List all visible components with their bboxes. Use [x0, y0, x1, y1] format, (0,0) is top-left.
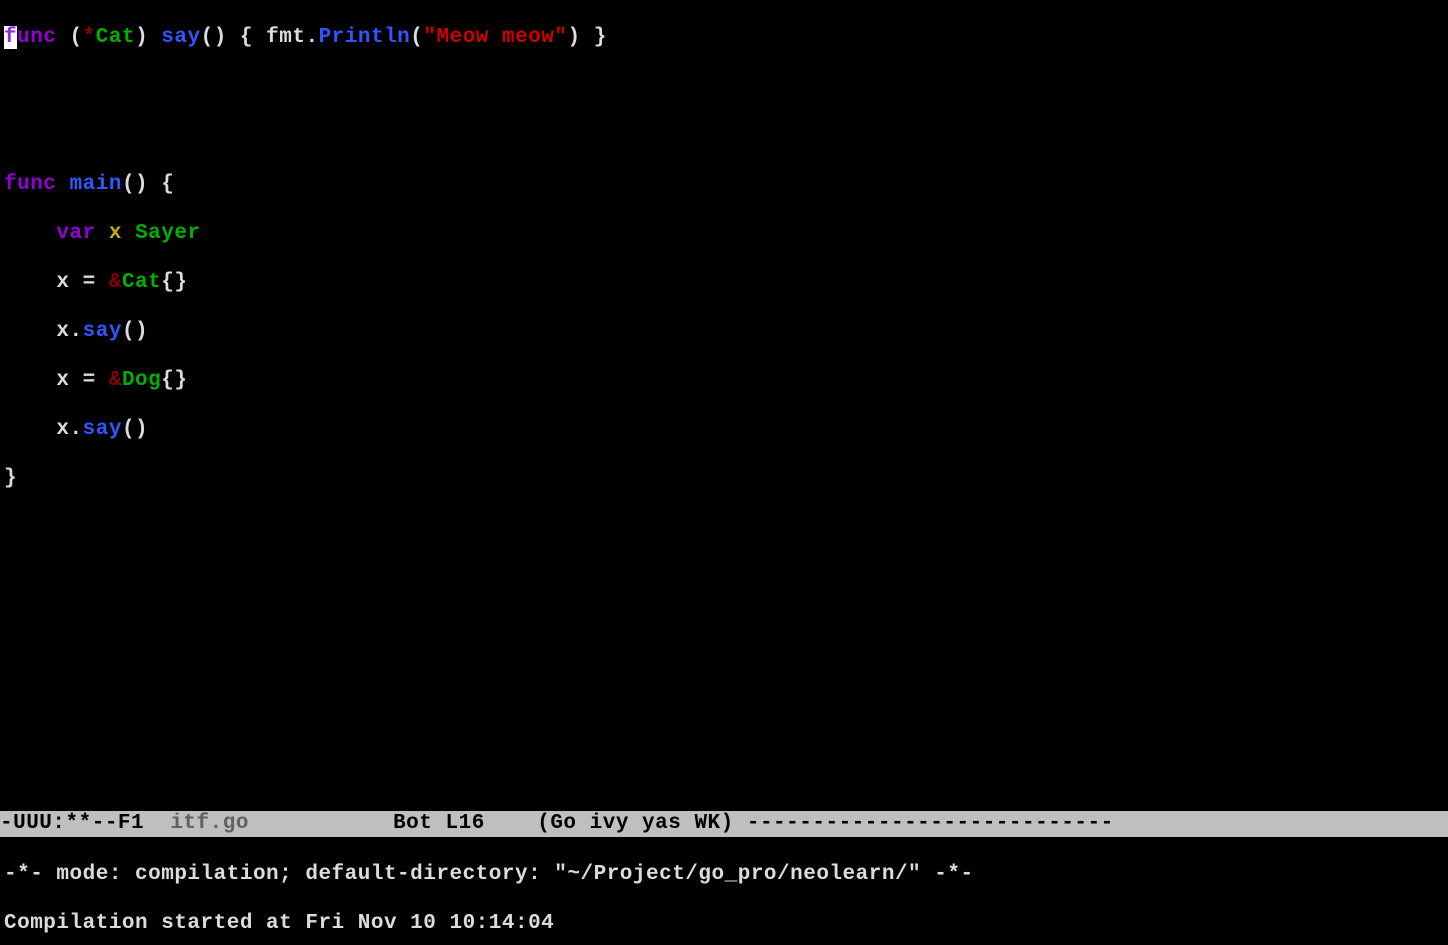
- dot: .: [70, 418, 83, 441]
- method-say: say: [83, 320, 122, 343]
- modeline-top[interactable]: -UUU:**--F1 itf.go Bot L16 (Go ivy yas W…: [0, 811, 1448, 837]
- code-line[interactable]: x.say(): [4, 319, 1444, 345]
- indent: [4, 369, 56, 392]
- compilation-header: -*- mode: compilation; default-directory…: [4, 862, 1444, 888]
- fn-println: Println: [319, 26, 411, 49]
- modeline-status: -UUU:**--F1: [0, 812, 170, 835]
- code-line[interactable]: func (*Cat) say() { fmt.Println("Meow me…: [4, 25, 1444, 51]
- type-cat: Cat: [122, 271, 161, 294]
- code-line-empty[interactable]: [4, 613, 1444, 639]
- braces: {}: [161, 369, 187, 392]
- code-line-empty[interactable]: [4, 760, 1444, 786]
- code-line[interactable]: x = &Dog{}: [4, 368, 1444, 394]
- paren-open: (: [410, 26, 423, 49]
- parens: (): [201, 26, 227, 49]
- dot: .: [305, 26, 318, 49]
- modeline-filename: itf.go: [170, 812, 249, 835]
- ampersand: &: [109, 271, 122, 294]
- dot: .: [70, 320, 83, 343]
- gap: [249, 812, 393, 835]
- modeline-position: Bot L16: [393, 812, 485, 835]
- indent: [4, 271, 56, 294]
- code-editor-pane[interactable]: func (*Cat) say() { fmt.Println("Meow me…: [0, 0, 1448, 811]
- code-line[interactable]: x = &Cat{}: [4, 270, 1444, 296]
- code-line[interactable]: var x Sayer: [4, 221, 1444, 247]
- method-say: say: [161, 26, 200, 49]
- compilation-start: Compilation started at Fri Nov 10 10:14:…: [4, 911, 1444, 937]
- var-x: x: [56, 320, 69, 343]
- pkg-fmt: fmt: [266, 26, 305, 49]
- code-line-empty[interactable]: [4, 515, 1444, 541]
- assign: x =: [56, 369, 108, 392]
- var-x: x: [56, 418, 69, 441]
- brace-close: }: [4, 467, 17, 490]
- type-sayer: Sayer: [135, 222, 201, 245]
- string-literal: "Meow meow": [423, 26, 567, 49]
- ampersand: &: [109, 369, 122, 392]
- parens: (): [122, 320, 148, 343]
- fn-main: main: [70, 173, 122, 196]
- paren-open: (: [70, 26, 83, 49]
- brace-open: {: [240, 26, 253, 49]
- type-dog: Dog: [122, 369, 161, 392]
- modeline-modes: (Go ivy yas WK): [537, 812, 734, 835]
- code-line-empty[interactable]: [4, 564, 1444, 590]
- brace-open: {: [161, 173, 174, 196]
- modeline-dashes: ----------------------------: [734, 812, 1114, 835]
- compilation-pane[interactable]: -*- mode: compilation; default-directory…: [0, 837, 1448, 945]
- type-cat: Cat: [96, 26, 135, 49]
- keyword-func: func: [4, 173, 56, 196]
- star: *: [83, 26, 96, 49]
- code-line[interactable]: x.say(): [4, 417, 1444, 443]
- parens: (): [122, 173, 148, 196]
- keyword-func: unc: [17, 26, 56, 49]
- indent: [4, 320, 56, 343]
- method-say: say: [83, 418, 122, 441]
- braces: {}: [161, 271, 187, 294]
- gap: [485, 812, 537, 835]
- cursor: f: [4, 26, 17, 49]
- code-line-empty[interactable]: [4, 711, 1444, 737]
- code-line-empty[interactable]: [4, 662, 1444, 688]
- paren-close: ): [568, 26, 581, 49]
- code-line-empty[interactable]: [4, 74, 1444, 100]
- var-x: x: [109, 222, 122, 245]
- code-line[interactable]: func main() {: [4, 172, 1444, 198]
- assign: x =: [56, 271, 108, 294]
- keyword-var: var: [56, 222, 95, 245]
- indent: [4, 222, 56, 245]
- brace-close: }: [594, 26, 607, 49]
- code-line[interactable]: }: [4, 466, 1444, 492]
- code-line-empty[interactable]: [4, 123, 1444, 149]
- indent: [4, 418, 56, 441]
- paren-close: ): [135, 26, 148, 49]
- parens: (): [122, 418, 148, 441]
